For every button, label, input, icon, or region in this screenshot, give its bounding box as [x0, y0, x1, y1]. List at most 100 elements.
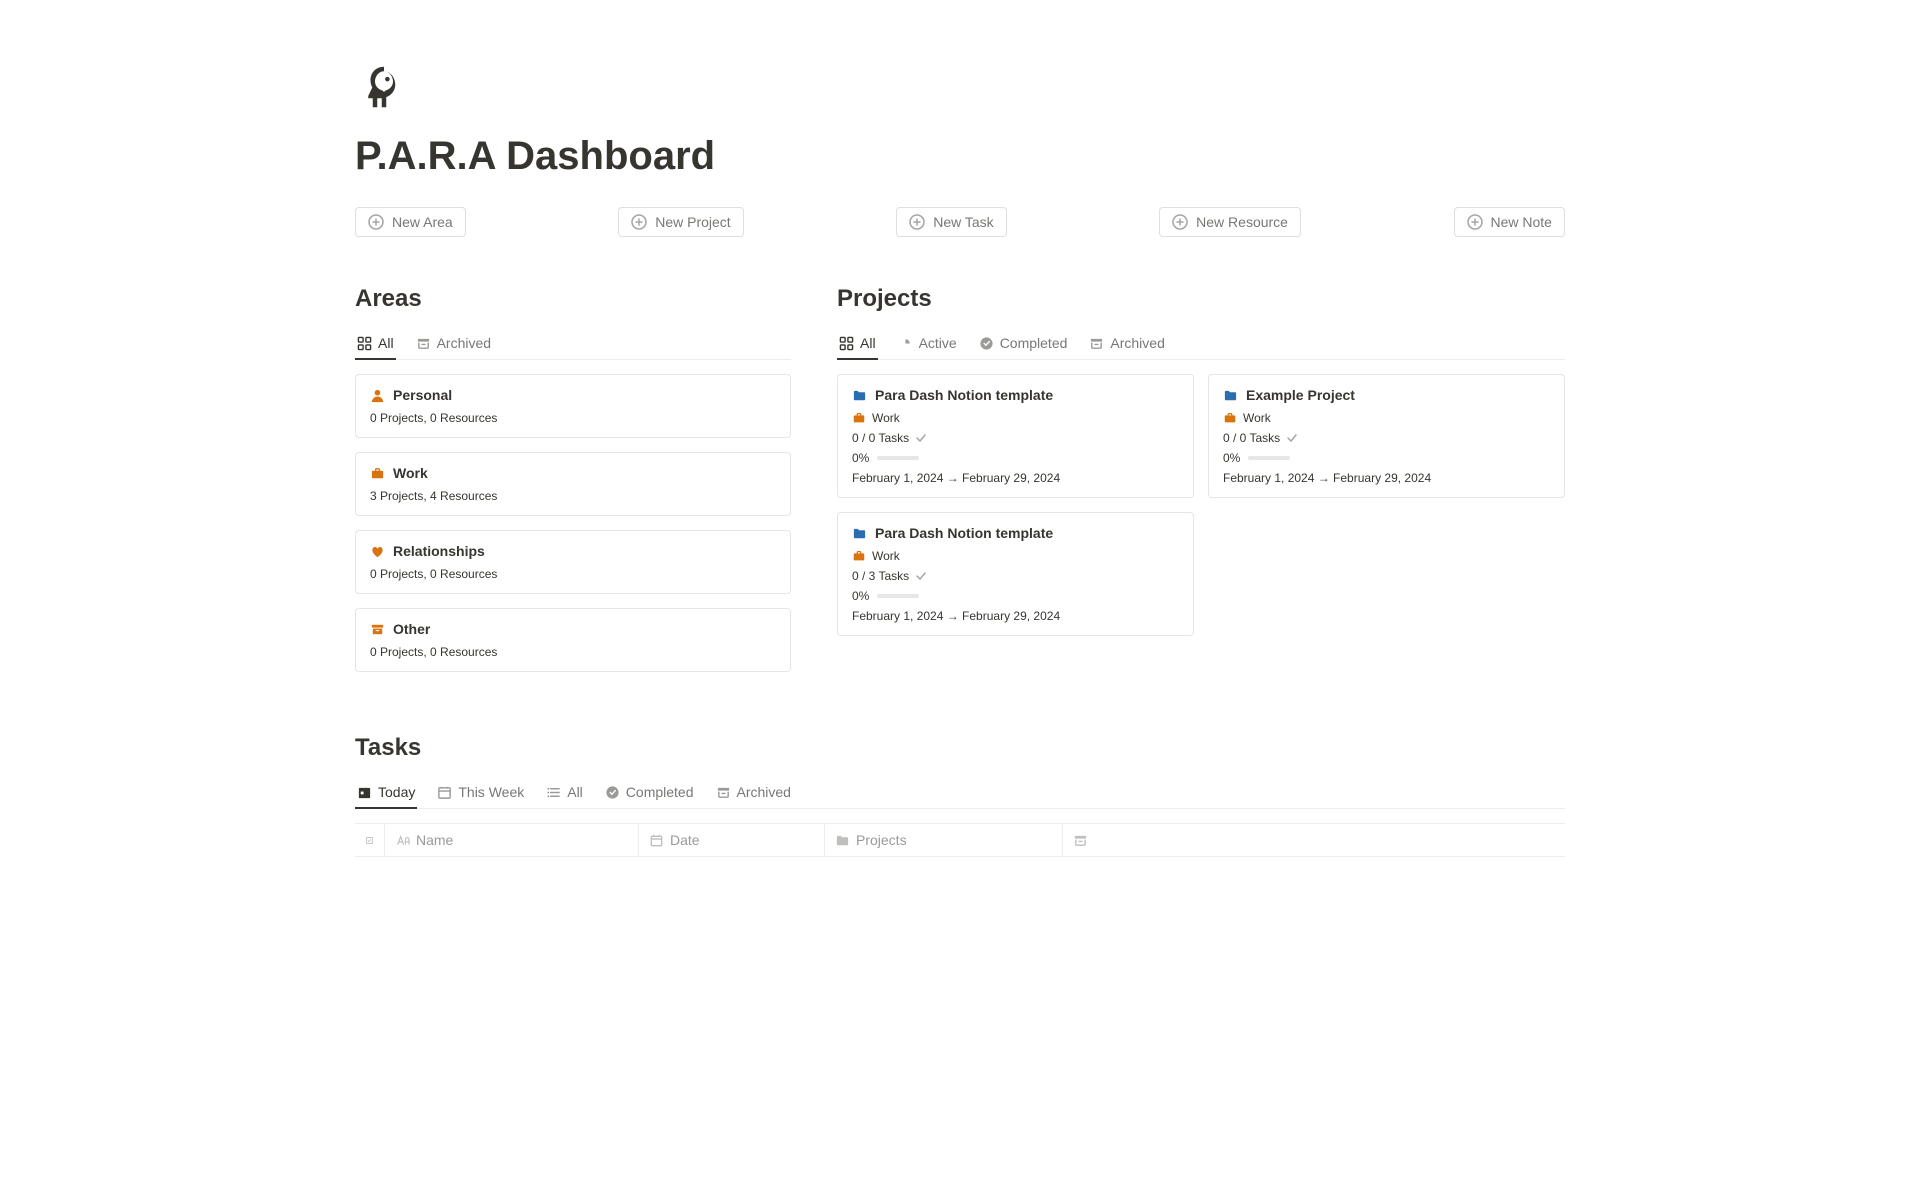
plus-circle-icon — [368, 214, 384, 230]
tasks-tab-all[interactable]: All — [544, 780, 585, 808]
plus-circle-icon — [909, 214, 925, 230]
column-checkbox[interactable] — [355, 824, 385, 856]
areas-tabs: All Archived — [355, 331, 791, 360]
project-name: Example Project — [1246, 387, 1355, 403]
new-resource-label: New Resource — [1196, 214, 1288, 230]
new-note-label: New Note — [1491, 214, 1552, 230]
check-icon — [1286, 432, 1298, 444]
new-resource-button[interactable]: New Resource — [1159, 207, 1301, 237]
column-date[interactable]: Date — [639, 824, 825, 856]
person-icon — [370, 388, 385, 403]
column-label: Name — [416, 832, 453, 848]
tab-label: All — [567, 784, 583, 800]
area-name: Other — [393, 621, 430, 637]
project-area: Work — [872, 549, 900, 563]
head-profile-icon — [357, 60, 411, 114]
project-name: Para Dash Notion template — [875, 387, 1053, 403]
progress-bar — [1248, 456, 1290, 460]
project-date-range: February 1, 2024 → February 29, 2024 — [1223, 471, 1550, 485]
project-name: Para Dash Notion template — [875, 525, 1053, 541]
new-task-label: New Task — [933, 214, 993, 230]
tasks-tab-archived[interactable]: Archived — [714, 780, 793, 808]
tab-label: All — [860, 335, 876, 351]
check-circle-icon — [605, 785, 620, 800]
project-pct: 0% — [852, 589, 869, 603]
areas-tab-archived-label: Archived — [437, 335, 491, 351]
area-name: Personal — [393, 387, 452, 403]
moon-icon — [898, 336, 913, 351]
progress-bar — [877, 594, 919, 598]
tab-label: Active — [919, 335, 957, 351]
project-card[interactable]: Example Project Work 0 / 0 Tasks 0% Fe — [1208, 374, 1565, 498]
areas-tab-all[interactable]: All — [355, 331, 396, 359]
area-meta: 0 Projects, 0 Resources — [370, 645, 776, 659]
project-tasks: 0 / 0 Tasks — [852, 431, 909, 445]
tasks-tabs: Today This Week All Completed Archived — [355, 780, 1565, 809]
tab-label: Archived — [1110, 335, 1164, 351]
heart-icon — [370, 544, 385, 559]
project-date-range: February 1, 2024 → February 29, 2024 — [852, 471, 1179, 485]
tab-label: Completed — [626, 784, 694, 800]
projects-tab-active[interactable]: Active — [896, 331, 959, 359]
area-card-relationships[interactable]: Relationships 0 Projects, 0 Resources — [355, 530, 791, 594]
column-projects[interactable]: Projects — [825, 824, 1063, 856]
check-circle-icon — [979, 336, 994, 351]
area-name: Work — [393, 465, 428, 481]
gallery-icon — [357, 336, 372, 351]
text-aa-icon — [395, 833, 410, 848]
project-area: Work — [872, 411, 900, 425]
new-project-label: New Project — [655, 214, 730, 230]
progress-bar — [877, 456, 919, 460]
archive-icon — [1073, 833, 1088, 848]
tasks-tab-this-week[interactable]: This Week — [435, 780, 526, 808]
plus-circle-icon — [1467, 214, 1483, 230]
archive-icon — [1089, 336, 1104, 351]
project-card[interactable]: Para Dash Notion template Work 0 / 0 Tas… — [837, 374, 1194, 498]
area-card-personal[interactable]: Personal 0 Projects, 0 Resources — [355, 374, 791, 438]
area-card-work[interactable]: Work 3 Projects, 4 Resources — [355, 452, 791, 516]
areas-section: Areas All Archived Personal 0 Projects, … — [355, 285, 791, 686]
gallery-icon — [839, 336, 854, 351]
folder-icon — [835, 833, 850, 848]
tab-label: This Week — [458, 784, 524, 800]
tab-label: Today — [378, 784, 415, 800]
areas-tab-archived[interactable]: Archived — [414, 331, 493, 359]
tasks-section: Tasks Today This Week All Completed Arch… — [355, 734, 1565, 857]
project-card[interactable]: Para Dash Notion template Work 0 / 3 Tas… — [837, 512, 1194, 636]
column-archive[interactable] — [1063, 824, 1565, 856]
area-meta: 3 Projects, 4 Resources — [370, 489, 776, 503]
plus-circle-icon — [631, 214, 647, 230]
area-name: Relationships — [393, 543, 485, 559]
tab-label: Archived — [737, 784, 791, 800]
project-tasks: 0 / 0 Tasks — [1223, 431, 1280, 445]
projects-section: Projects All Active Completed Archived — [837, 285, 1565, 686]
projects-tab-archived[interactable]: Archived — [1087, 331, 1166, 359]
projects-tab-completed[interactable]: Completed — [977, 331, 1070, 359]
archive-icon — [416, 336, 431, 351]
calendar-icon — [437, 785, 452, 800]
briefcase-icon — [370, 466, 385, 481]
tasks-table-header: Name Date Projects — [355, 823, 1565, 857]
project-pct: 0% — [852, 451, 869, 465]
column-name[interactable]: Name — [385, 824, 639, 856]
project-tasks: 0 / 3 Tasks — [852, 569, 909, 583]
new-task-button[interactable]: New Task — [896, 207, 1006, 237]
tab-label: Completed — [1000, 335, 1068, 351]
new-area-button[interactable]: New Area — [355, 207, 466, 237]
new-project-button[interactable]: New Project — [618, 207, 743, 237]
calendar-icon — [649, 833, 664, 848]
tasks-tab-today[interactable]: Today — [355, 780, 417, 808]
tasks-tab-completed[interactable]: Completed — [603, 780, 696, 808]
projects-tab-all[interactable]: All — [837, 331, 878, 359]
area-meta: 0 Projects, 0 Resources — [370, 411, 776, 425]
project-pct: 0% — [1223, 451, 1240, 465]
check-icon — [915, 570, 927, 582]
project-date-range: February 1, 2024 → February 29, 2024 — [852, 609, 1179, 623]
projects-title: Projects — [837, 285, 1565, 313]
archive-icon — [716, 785, 731, 800]
area-card-other[interactable]: Other 0 Projects, 0 Resources — [355, 608, 791, 672]
page-icon — [357, 60, 411, 114]
briefcase-icon — [852, 549, 866, 563]
new-note-button[interactable]: New Note — [1454, 207, 1565, 237]
projects-tabs: All Active Completed Archived — [837, 331, 1565, 360]
